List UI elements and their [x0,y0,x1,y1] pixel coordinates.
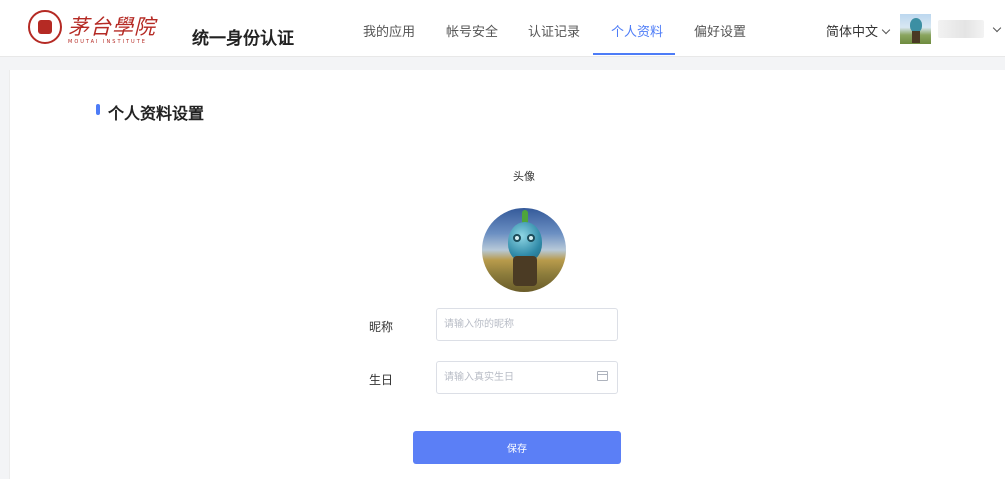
nav-preferences[interactable]: 偏好设置 [694,21,746,40]
avatar-torso [513,256,537,286]
language-label: 简体中文 [826,25,879,40]
nickname-input[interactable] [437,309,617,340]
calendar-icon[interactable] [597,371,608,381]
institute-logo[interactable]: 茅台學院 MOUTAI INSTITUTE [28,10,178,48]
user-menu-chevron-icon[interactable] [992,23,1002,33]
avatar-eye [513,234,521,242]
logo-name: 茅台學院 [68,15,156,39]
app-title: 统一身份认证 [192,29,294,49]
avatar-eye [527,234,535,242]
nav-profile[interactable]: 个人资料 [611,21,663,40]
logo-seal-icon [28,10,62,44]
nickname-field[interactable] [436,308,618,341]
avatar-label: 头像 [513,170,535,183]
nav-active-indicator [593,53,675,55]
user-name-blurred[interactable] [938,20,984,38]
page-title: 个人资料设置 [96,100,204,124]
save-button[interactable]: 保存 [413,431,621,464]
birthday-field[interactable] [436,361,618,394]
top-header: 茅台學院 MOUTAI INSTITUTE 统一身份认证 我的应用 帐号安全 认… [0,0,1005,57]
nickname-label: 昵称 [369,320,394,334]
language-selector[interactable]: 简体中文 [826,21,891,40]
page-title-text: 个人资料设置 [108,104,205,123]
nav-my-apps[interactable]: 我的应用 [363,21,415,40]
birthday-input[interactable] [437,362,617,393]
chevron-down-icon [881,25,891,35]
logo-subtitle: MOUTAI INSTITUTE [68,39,147,45]
profile-avatar[interactable] [482,208,566,292]
nav-account-security[interactable]: 帐号安全 [446,21,498,40]
nav-auth-records[interactable]: 认证记录 [528,21,580,40]
birthday-label: 生日 [369,373,394,387]
user-avatar[interactable] [900,14,931,44]
